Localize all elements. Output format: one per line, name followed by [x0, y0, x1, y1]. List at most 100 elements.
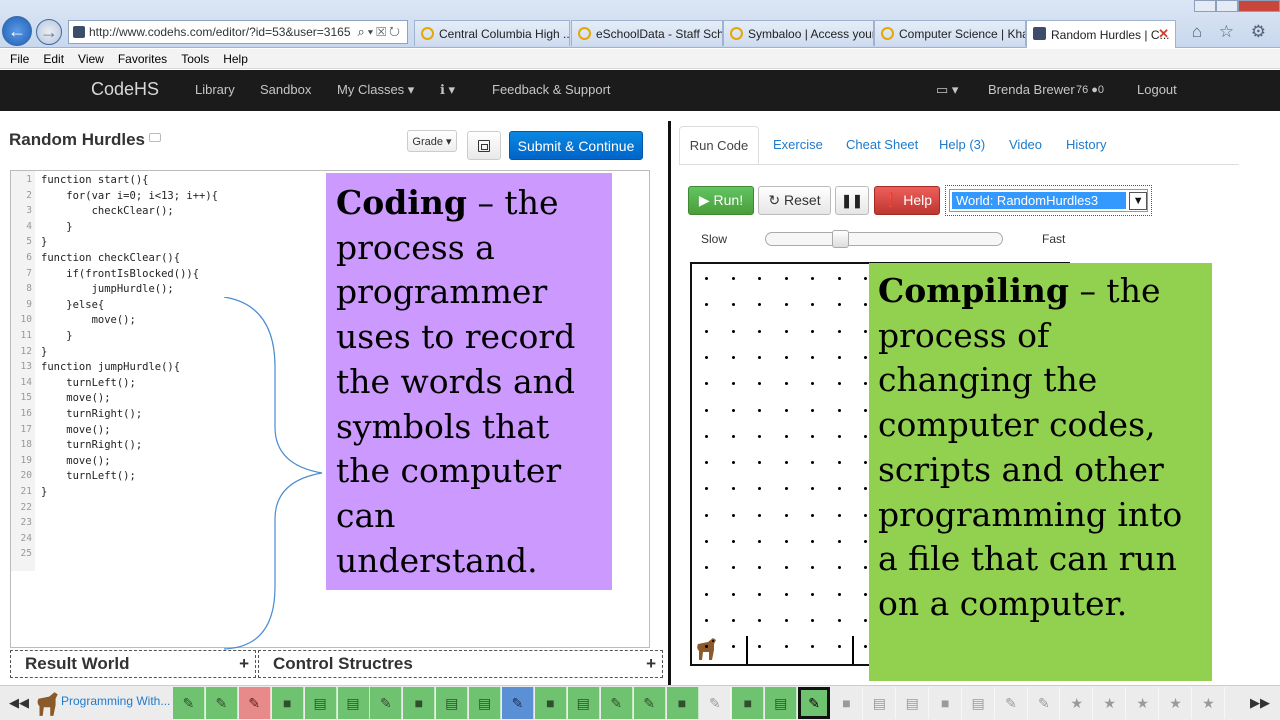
- document-icon[interactable]: ▤: [567, 687, 600, 719]
- tab-exercise[interactable]: Exercise: [773, 137, 823, 152]
- video-icon[interactable]: ■: [732, 687, 765, 719]
- pencil-icon[interactable]: ✎: [205, 687, 238, 719]
- profile-menu-icon[interactable]: ▭ ▾: [936, 82, 958, 98]
- next-arrow-icon[interactable]: ▶▶: [1250, 695, 1270, 711]
- control-structures-section[interactable]: Control Structres +: [258, 650, 663, 678]
- grid-dot: [864, 434, 867, 438]
- browser-tab[interactable]: eSchoolData - Staff Sch...: [571, 20, 723, 46]
- document-icon[interactable]: ▤: [469, 687, 502, 719]
- star-icon[interactable]: ★: [1160, 687, 1192, 719]
- tab-help[interactable]: Help (3): [939, 137, 985, 152]
- menu-item-help[interactable]: Help: [223, 52, 248, 66]
- document-icon[interactable]: ▤: [962, 687, 995, 719]
- expand-plus-icon[interactable]: +: [239, 651, 249, 677]
- window-controls[interactable]: [1194, 0, 1280, 12]
- document-icon[interactable]: ▤: [436, 687, 469, 719]
- save-button[interactable]: [467, 131, 501, 160]
- speed-fast-label: Fast: [1042, 232, 1066, 246]
- home-favorites-settings-icons[interactable]: ⌂ ☆ ⚙: [1192, 22, 1272, 42]
- video-icon[interactable]: ■: [831, 687, 863, 719]
- menu-item-tools[interactable]: Tools: [181, 52, 209, 66]
- tab-history[interactable]: History: [1066, 137, 1106, 152]
- star-icon[interactable]: ★: [1127, 687, 1160, 719]
- nav-my-classes[interactable]: My Classes ▾: [337, 82, 414, 98]
- document-icon[interactable]: ▤: [304, 687, 337, 719]
- browser-tab[interactable]: Symbaloo | Access your...: [723, 20, 874, 46]
- back-arrow-icon[interactable]: ←: [2, 16, 32, 46]
- pencil-icon[interactable]: ✎: [173, 687, 205, 719]
- address-tools-icon[interactable]: ⌕▾☒↻: [357, 24, 403, 40]
- menu-item-favorites[interactable]: Favorites: [118, 52, 167, 66]
- result-world-section[interactable]: Result World +: [10, 650, 256, 678]
- module-label[interactable]: Programming With...: [61, 694, 170, 708]
- pencil-icon[interactable]: ✎: [995, 687, 1028, 719]
- expand-plus-icon[interactable]: +: [646, 651, 656, 677]
- star-icon[interactable]: ★: [1094, 687, 1127, 719]
- grid-dot: [811, 461, 814, 465]
- reset-button[interactable]: ↻ Reset: [758, 186, 831, 215]
- close-tab-icon[interactable]: ✕: [1158, 26, 1169, 42]
- edit-icon[interactable]: ✎: [699, 687, 732, 719]
- pause-button[interactable]: ❚❚: [835, 186, 869, 215]
- menu-item-view[interactable]: View: [78, 52, 104, 66]
- codehs-logo[interactable]: CodeHS: [91, 79, 159, 100]
- line-number: 10: [20, 314, 32, 326]
- tab-cheat-sheet[interactable]: Cheat Sheet: [846, 137, 918, 152]
- pencil-icon[interactable]: ✎: [238, 687, 271, 719]
- speed-slider[interactable]: [765, 230, 1003, 248]
- document-icon[interactable]: ▤: [765, 687, 798, 719]
- grid-dot: [864, 461, 867, 465]
- star-icon[interactable]: ★: [1192, 687, 1225, 719]
- nav-info-menu[interactable]: ℹ ▾: [440, 82, 455, 98]
- line-number: 1: [26, 174, 32, 185]
- panel-divider[interactable]: [668, 121, 671, 685]
- pencil-icon[interactable]: ✎: [370, 687, 403, 719]
- grid-dot: [758, 277, 761, 280]
- previous-arrow-icon[interactable]: ◀◀: [9, 695, 29, 711]
- browser-tab[interactable]: Computer Science | Kha...: [874, 20, 1026, 46]
- tab-video[interactable]: Video: [1009, 137, 1042, 152]
- address-bar[interactable]: http://www.codehs.com/editor/?id=53&user…: [68, 20, 408, 44]
- run-button[interactable]: ▶ Run!: [688, 186, 754, 215]
- speed-slider-thumb[interactable]: [832, 230, 850, 248]
- menu-item-file[interactable]: File: [10, 52, 29, 66]
- nav-sandbox[interactable]: Sandbox: [260, 82, 311, 97]
- grid-dot: [731, 277, 735, 280]
- video-icon[interactable]: ■: [534, 687, 567, 719]
- video-icon[interactable]: ■: [666, 687, 699, 719]
- video-icon[interactable]: ■: [271, 687, 304, 719]
- grid-dot: [731, 645, 735, 649]
- tab-run-code[interactable]: Run Code: [679, 126, 759, 165]
- maximize-button[interactable]: [1216, 0, 1238, 12]
- nav-feedback-support[interactable]: Feedback & Support: [492, 82, 611, 97]
- video-icon[interactable]: ■: [403, 687, 436, 719]
- grid-dot: [837, 329, 841, 333]
- browser-tab[interactable]: Central Columbia High ...: [414, 20, 570, 46]
- pencil-icon[interactable]: ✎: [798, 687, 831, 719]
- pencil-icon[interactable]: ✎: [600, 687, 633, 719]
- document-icon[interactable]: ▤: [896, 687, 929, 719]
- browser-tab[interactable]: Random Hurdles | C... ✕: [1026, 20, 1176, 48]
- forward-arrow-icon[interactable]: →: [36, 19, 62, 45]
- logout-link[interactable]: Logout: [1137, 82, 1177, 97]
- nav-library[interactable]: Library: [195, 82, 235, 97]
- world-select[interactable]: World: RandomHurdles3 ▼: [945, 185, 1152, 216]
- grade-dropdown-button[interactable]: Grade ▾: [407, 130, 457, 152]
- help-button[interactable]: ❗ Help: [874, 186, 940, 215]
- close-window-button[interactable]: [1238, 0, 1280, 12]
- user-name[interactable]: Brenda Brewer: [988, 82, 1075, 97]
- chevron-down-icon[interactable]: ▼: [1129, 191, 1147, 210]
- pencil-icon[interactable]: ✎: [633, 687, 666, 719]
- line-number: 25: [20, 548, 32, 560]
- star-icon[interactable]: ★: [1061, 687, 1094, 719]
- grid-dot: [837, 645, 841, 649]
- menu-item-edit[interactable]: Edit: [43, 52, 64, 66]
- video-icon[interactable]: ■: [929, 687, 962, 719]
- document-icon[interactable]: ▤: [863, 687, 896, 719]
- minimize-button[interactable]: [1194, 0, 1216, 12]
- grid-dot: [811, 592, 814, 596]
- pencil-icon[interactable]: ✎: [1028, 687, 1061, 719]
- document-icon[interactable]: ▤: [337, 687, 370, 719]
- pencil-icon[interactable]: ✎: [502, 687, 534, 719]
- submit-continue-button[interactable]: Submit & Continue: [509, 131, 643, 160]
